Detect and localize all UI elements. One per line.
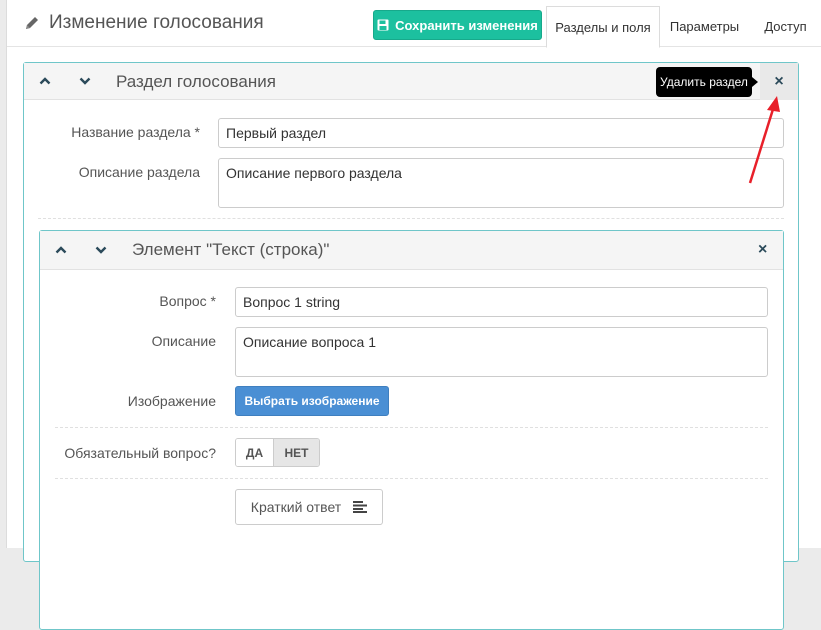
required-question-label: Обязательный вопрос? — [64, 445, 216, 461]
required-toggle: ДА НЕТ — [235, 438, 320, 467]
section-description-value: Описание первого раздела — [226, 165, 402, 181]
page-title-text: Изменение голосования — [49, 12, 264, 33]
image-label: Изображение — [127, 393, 216, 409]
section-name-input[interactable]: Первый раздел — [218, 118, 784, 148]
element-panel: Элемент "Текст (строка)" × Вопрос * Вопр… — [39, 230, 784, 630]
page-header: Изменение голосования Сохранить изменени… — [7, 0, 821, 48]
question-description-label: Описание — [151, 333, 216, 349]
divider — [55, 478, 768, 479]
divider — [38, 218, 784, 219]
save-changes-button[interactable]: Сохранить изменения — [373, 10, 542, 40]
section-description-label: Описание раздела — [78, 164, 200, 180]
question-label: Вопрос * — [159, 293, 216, 309]
choose-image-button[interactable]: Выбрать изображение — [235, 386, 389, 416]
tab-label: Параметры — [669, 19, 740, 34]
choose-image-label: Выбрать изображение — [244, 394, 380, 408]
chevron-down-icon[interactable] — [94, 243, 108, 257]
section-header: Раздел голосования Удалить раздел × — [24, 63, 798, 100]
tab-label: Доступ — [764, 19, 807, 34]
question-description-textarea[interactable]: Описание вопроса 1 — [235, 327, 768, 377]
question-input[interactable]: Вопрос 1 string — [235, 287, 768, 317]
short-answer-button[interactable]: Краткий ответ — [235, 489, 383, 525]
section-name-value: Первый раздел — [226, 125, 327, 141]
question-description-value: Описание вопроса 1 — [243, 334, 376, 350]
tab-access[interactable]: Доступ — [749, 6, 821, 47]
short-answer-label: Краткий ответ — [250, 499, 342, 515]
tab-parameters[interactable]: Параметры — [660, 6, 749, 47]
page-title: Изменение голосования — [24, 12, 264, 34]
chevron-down-icon[interactable] — [78, 74, 92, 88]
section-title: Раздел голосования — [116, 72, 276, 91]
save-changes-label: Сохранить изменения — [395, 17, 538, 33]
chevron-up-icon[interactable] — [54, 243, 68, 257]
question-value: Вопрос 1 string — [243, 294, 341, 310]
required-yes-button[interactable]: ДА — [236, 439, 274, 466]
section-panel: Раздел голосования Удалить раздел × Назв… — [23, 62, 799, 630]
chevron-up-icon[interactable] — [38, 74, 52, 88]
element-title: Элемент "Текст (строка)" — [132, 240, 330, 259]
divider — [55, 427, 768, 428]
text-lines-icon — [353, 501, 368, 513]
save-icon — [377, 19, 389, 31]
required-no-button[interactable]: НЕТ — [274, 439, 319, 466]
tab-label: Разделы и поля — [555, 19, 651, 35]
pencil-icon — [26, 17, 38, 29]
annotation-arrow-icon — [748, 96, 780, 184]
page: Изменение голосования Сохранить изменени… — [6, 0, 821, 630]
section-name-label: Название раздела * — [71, 124, 200, 140]
tab-sections-and-fields[interactable]: Разделы и поля — [546, 6, 660, 48]
close-icon[interactable]: × — [758, 241, 767, 259]
tooltip-text: Удалить раздел — [660, 75, 748, 89]
element-header: Элемент "Текст (строка)" × — [40, 231, 783, 270]
required-no-label: НЕТ — [284, 445, 309, 460]
section-description-textarea[interactable]: Описание первого раздела — [218, 158, 784, 208]
required-yes-label: ДА — [245, 445, 264, 460]
